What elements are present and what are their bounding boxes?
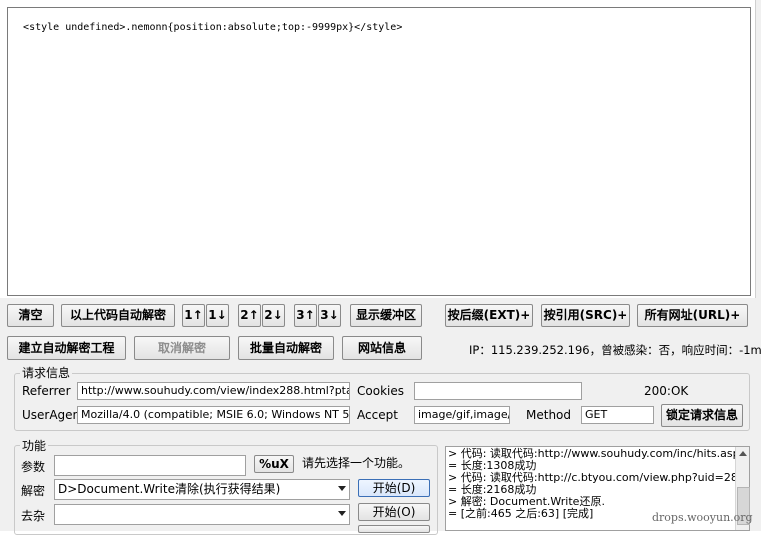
down-3-button[interactable]: 3↓: [318, 304, 341, 327]
show-buffer-button[interactable]: 显示缓冲区: [350, 304, 422, 327]
start-decrypt-button[interactable]: 开始(D): [358, 479, 430, 497]
useragent-label: UserAgent: [22, 408, 85, 422]
method-label: Method: [526, 408, 572, 422]
chevron-down-icon[interactable]: [338, 511, 346, 516]
lock-request-button[interactable]: 锁定请求信息: [661, 404, 743, 427]
all-urls-button[interactable]: 所有网址(URL)+: [637, 304, 748, 327]
watermark: drops.wooyun.org: [652, 511, 753, 524]
extra-button[interactable]: [358, 525, 430, 533]
create-project-button[interactable]: 建立自动解密工程: [7, 336, 126, 360]
percent-ux-button[interactable]: %uX: [254, 455, 294, 473]
down-2-button[interactable]: 2↓: [262, 304, 285, 327]
clean-select[interactable]: [54, 504, 350, 525]
site-info-button[interactable]: 网站信息: [342, 336, 422, 360]
code-editor[interactable]: <style undefined>.nemonn{position:absolu…: [7, 7, 751, 296]
useragent-field[interactable]: Mozilla/4.0 (compatible; MSIE 6.0; Windo…: [77, 406, 350, 424]
function-title: 功能: [20, 439, 49, 453]
up-1-button[interactable]: 1↑: [182, 304, 205, 327]
editor-right-edge: [755, 0, 761, 340]
up-2-button[interactable]: 2↑: [238, 304, 261, 327]
by-extension-button[interactable]: 按后缀(EXT)+: [445, 304, 533, 327]
down-1-button[interactable]: 1↓: [206, 304, 229, 327]
cookies-field[interactable]: [414, 382, 582, 400]
auto-decrypt-button[interactable]: 以上代码自动解密: [61, 304, 175, 327]
response-status: 200:OK: [644, 384, 689, 398]
clean-label: 去杂: [21, 509, 46, 523]
decrypt-select[interactable]: D>Document.Write清除(执行获得结果): [54, 479, 350, 500]
param-label: 参数: [21, 460, 46, 474]
accept-field[interactable]: image/gif,image/x-x: [414, 406, 510, 424]
accept-label: Accept: [357, 408, 398, 422]
referrer-label: Referrer: [22, 384, 71, 398]
param-field[interactable]: [54, 455, 246, 476]
cancel-decrypt-button[interactable]: 取消解密: [134, 336, 230, 360]
code-editor-content: <style undefined>.nemonn{position:absolu…: [23, 22, 403, 33]
chevron-down-icon[interactable]: [338, 486, 346, 491]
request-info-title: 请求信息: [20, 366, 73, 380]
up-3-button[interactable]: 3↑: [294, 304, 317, 327]
status-text: IP：115.239.252.196，曾被感染：否，响应时间：-1ms: [469, 343, 761, 357]
function-hint: 请先选择一个功能。: [302, 456, 411, 470]
method-field[interactable]: GET: [581, 406, 654, 424]
decrypt-select-value: D>Document.Write清除(执行获得结果): [58, 482, 281, 496]
cookies-label: Cookies: [357, 384, 404, 398]
by-source-button[interactable]: 按引用(SRC)+: [541, 304, 630, 327]
scroll-up-arrow-icon[interactable]: [739, 451, 747, 456]
start-clean-button[interactable]: 开始(O): [358, 503, 430, 521]
referrer-field[interactable]: http://www.souhudy.com/view/index288.htm…: [77, 382, 350, 400]
batch-decrypt-button[interactable]: 批量自动解密: [238, 336, 334, 360]
clear-button[interactable]: 清空: [7, 304, 54, 327]
decrypt-label: 解密: [21, 484, 46, 498]
